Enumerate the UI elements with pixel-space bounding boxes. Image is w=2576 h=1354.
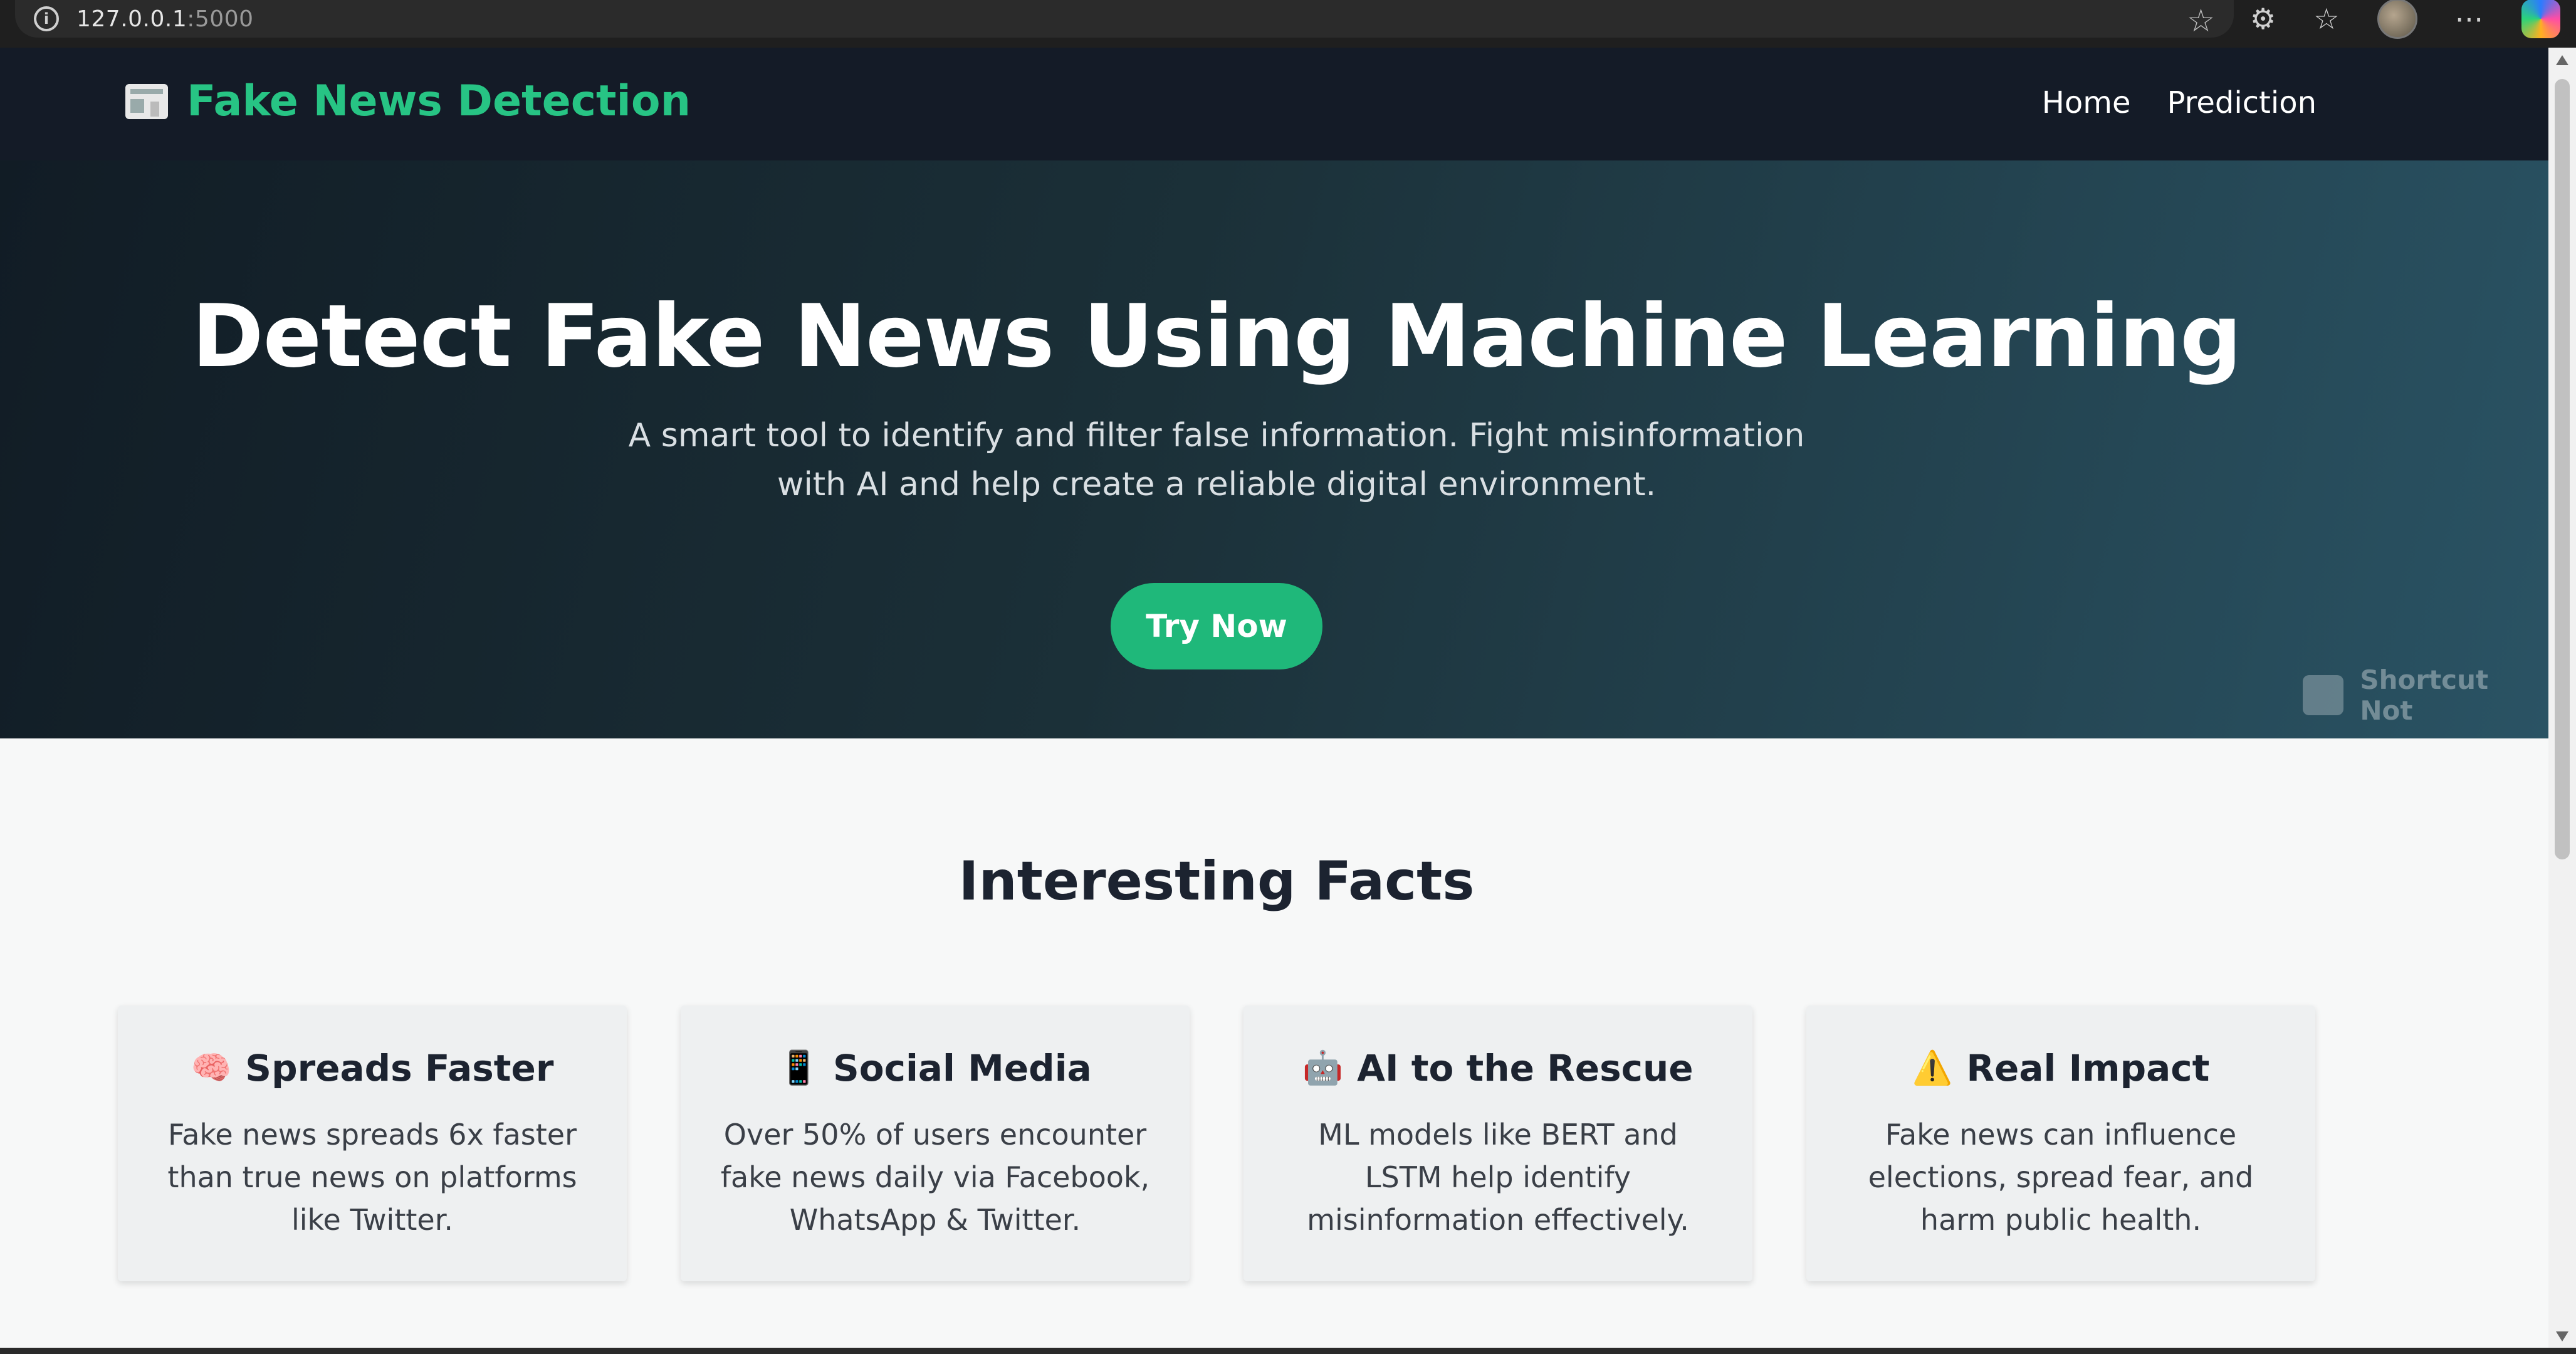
shortcut-watermark: Shortcut Not [2303, 664, 2548, 726]
scroll-down-arrow-icon[interactable] [2556, 1331, 2568, 1341]
nav-prediction-link[interactable]: Prediction [2167, 85, 2317, 120]
nav-links: Home Prediction [2042, 85, 2317, 120]
hero-title: Detect Fake News Using Machine Learning [192, 286, 2242, 387]
card-text: Fake news can influence elections, sprea… [1868, 1118, 2254, 1237]
facts-title: Interesting Facts [958, 850, 1475, 913]
robot-icon: 🤖 [1302, 1049, 1344, 1087]
site-info-icon[interactable]: i [34, 6, 59, 31]
card-text: ML models like BERT and LSTM help identi… [1307, 1118, 1689, 1237]
web-page: Fake News Detection Home Prediction Dete… [0, 48, 2548, 1348]
card-title: Spreads Faster [245, 1047, 554, 1089]
site-navbar: Fake News Detection Home Prediction [0, 48, 2548, 160]
card-title: AI to the Rescue [1357, 1047, 1694, 1089]
card-title: Social Media [833, 1047, 1092, 1089]
watermark-label: Shortcut Not [2360, 664, 2489, 726]
brand[interactable]: Fake News Detection [125, 76, 691, 126]
window-bottom-edge [0, 1348, 2576, 1354]
bookmark-star-icon[interactable]: ☆ [2187, 3, 2215, 39]
scroll-up-arrow-icon[interactable] [2556, 55, 2568, 65]
brain-icon: 🧠 [191, 1049, 232, 1087]
card-text: Fake news spreads 6x faster than true ne… [167, 1118, 577, 1237]
fact-card-real-impact: ⚠️ Real Impact Fake news can influence e… [1806, 1005, 2315, 1281]
url-text[interactable]: 127.0.0.1:5000 [76, 6, 254, 32]
facts-cards: 🧠 Spreads Faster Fake news spreads 6x fa… [118, 1005, 2315, 1281]
extensions-icon[interactable]: ⚙ [2250, 2, 2276, 36]
scrollbar-thumb[interactable] [2555, 79, 2570, 859]
try-now-button[interactable]: Try Now [1111, 583, 1322, 669]
card-title: Real Impact [1966, 1047, 2210, 1089]
fact-card-ai-rescue: 🤖 AI to the Rescue ML models like BERT a… [1243, 1005, 1752, 1281]
newspaper-icon [125, 83, 168, 119]
phone-icon: 📱 [778, 1049, 820, 1087]
fact-card-social-media: 📱 Social Media Over 50% of users encount… [681, 1005, 1190, 1281]
more-menu-icon[interactable]: ⋯ [2455, 2, 2484, 36]
browser-toolbar: i 127.0.0.1:5000 ☆ ⚙ ☆ ⋯ [0, 0, 2576, 48]
warning-icon: ⚠️ [1912, 1049, 1953, 1087]
fact-card-spreads-faster: 🧠 Spreads Faster Fake news spreads 6x fa… [118, 1005, 627, 1281]
card-text: Over 50% of users encounter fake news da… [720, 1118, 1150, 1237]
profile-avatar[interactable] [2377, 0, 2417, 39]
nav-home-link[interactable]: Home [2042, 85, 2131, 120]
copilot-icon[interactable] [2521, 0, 2560, 38]
shortcut-icon [2303, 675, 2344, 715]
brand-title[interactable]: Fake News Detection [187, 76, 691, 126]
address-bar[interactable]: i 127.0.0.1:5000 ☆ [15, 0, 2234, 39]
hero-subtitle: A smart tool to identify and filter fals… [628, 417, 1805, 503]
hero-section: Detect Fake News Using Machine Learning … [0, 160, 2548, 738]
page-scrollbar[interactable] [2548, 48, 2576, 1348]
favorites-icon[interactable]: ☆ [2313, 2, 2339, 36]
